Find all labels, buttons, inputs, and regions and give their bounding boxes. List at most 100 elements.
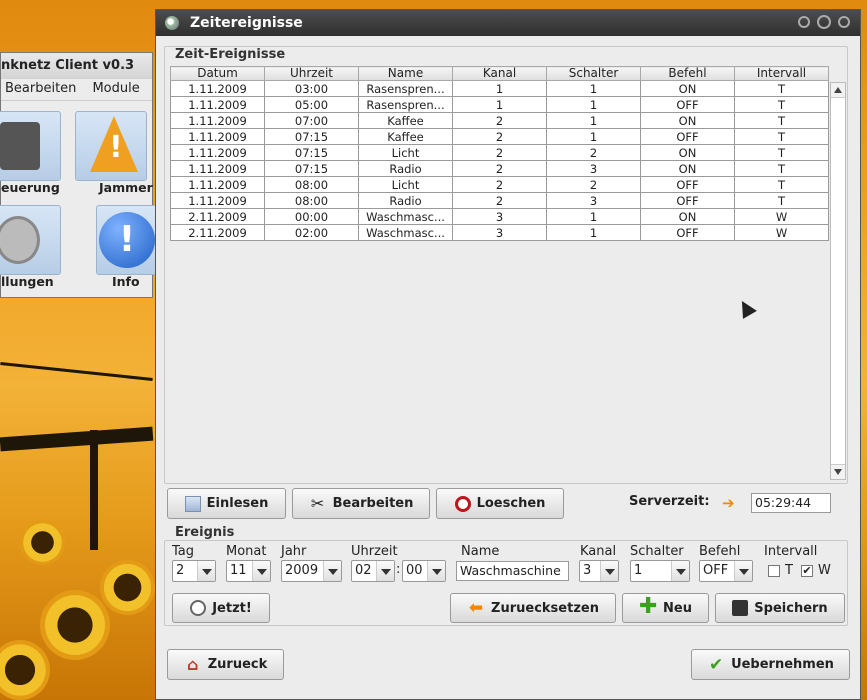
scroll-up-arrow-icon[interactable] <box>834 87 842 93</box>
cell-befehl: ON <box>640 112 735 129</box>
table-row[interactable]: 2.11.2009 00:00 Waschmasc... 3 1 ON W <box>170 208 829 225</box>
read-button[interactable]: Einlesen <box>167 488 286 519</box>
now-button[interactable]: Jetzt! <box>172 593 270 623</box>
cell-schalter: 1 <box>546 208 641 225</box>
interval-t-checkbox[interactable] <box>768 565 780 577</box>
cell-intervall: T <box>734 192 829 209</box>
channel-label: Kanal <box>580 544 617 559</box>
col-befehl[interactable]: Befehl <box>640 66 735 81</box>
cell-kanal: 3 <box>452 208 547 225</box>
minute-select[interactable]: 00 <box>402 560 446 582</box>
cell-name: Radio <box>358 160 453 177</box>
apply-button[interactable]: ✔ Uebernehmen <box>691 649 850 680</box>
hour-select[interactable]: 02 <box>351 560 395 582</box>
server-time-label: Serverzeit: <box>629 494 710 509</box>
cell-name: Rasenspren... <box>358 96 453 113</box>
table-row[interactable]: 1.11.2009 07:00 Kaffee 2 1 ON T <box>170 112 829 129</box>
delete-button[interactable]: Loeschen <box>436 488 564 519</box>
tile-jammer[interactable]: ! <box>75 111 147 181</box>
back-button[interactable]: ⌂ Zurueck <box>167 649 284 680</box>
tile-steuerung[interactable] <box>0 111 61 181</box>
tile-label-einstellungen: llungen <box>1 274 54 289</box>
cell-uhrzeit: 08:00 <box>264 176 359 193</box>
tile-einstellungen[interactable] <box>0 205 61 275</box>
table-row[interactable]: 2.11.2009 02:00 Waschmasc... 3 1 OFF W <box>170 224 829 241</box>
window-titlebar[interactable]: Zeitereignisse <box>156 10 860 36</box>
cell-datum: 1.11.2009 <box>170 176 265 193</box>
plus-icon: ✚ <box>639 594 658 619</box>
interval-w-checkbox[interactable]: ✔ <box>801 565 813 577</box>
cell-intervall: T <box>734 80 829 97</box>
cell-datum: 1.11.2009 <box>170 128 265 145</box>
cell-intervall: T <box>734 128 829 145</box>
table-row[interactable]: 1.11.2009 07:15 Kaffee 2 1 OFF T <box>170 128 829 145</box>
app-icon <box>165 16 179 30</box>
cell-datum: 1.11.2009 <box>170 192 265 209</box>
command-select[interactable]: OFF <box>699 560 753 582</box>
cell-intervall: T <box>734 112 829 129</box>
cell-datum: 2.11.2009 <box>170 224 265 241</box>
arrow-left-icon: ⬅ <box>468 598 484 618</box>
minimize-button[interactable] <box>798 16 810 28</box>
col-schalter[interactable]: Schalter <box>546 66 641 81</box>
menu-module[interactable]: Module <box>92 81 139 96</box>
col-name[interactable]: Name <box>358 66 453 81</box>
hour-value: 02 <box>355 563 372 578</box>
wrench-icon <box>0 216 40 264</box>
close-button[interactable] <box>838 16 850 28</box>
col-intervall[interactable]: Intervall <box>734 66 829 81</box>
col-datum[interactable]: Datum <box>170 66 265 81</box>
home-icon: ⌂ <box>187 654 199 674</box>
table-scrollbar[interactable] <box>830 82 846 480</box>
col-uhrzeit[interactable]: Uhrzeit <box>264 66 359 81</box>
background-window: nknetz Client v0.3 Bearbeiten Module ! ! … <box>0 52 168 298</box>
cell-datum: 1.11.2009 <box>170 144 265 161</box>
day-select[interactable]: 2 <box>172 560 216 582</box>
cell-name: Radio <box>358 192 453 209</box>
cell-intervall: W <box>734 208 829 225</box>
switch-select[interactable]: 1 <box>630 560 690 582</box>
tile-label-info: Info <box>112 274 140 289</box>
new-button-label: Neu <box>663 600 692 616</box>
channel-select[interactable]: 3 <box>579 560 619 582</box>
year-value: 2009 <box>285 563 319 578</box>
col-kanal[interactable]: Kanal <box>452 66 547 81</box>
save-button[interactable]: Speichern <box>715 593 845 623</box>
switch-label: Schalter <box>630 544 684 559</box>
table-row[interactable]: 1.11.2009 07:15 Licht 2 2 ON T <box>170 144 829 161</box>
reset-button[interactable]: ⬅ Zuruecksetzen <box>450 593 616 623</box>
events-table-panel: Datum Uhrzeit Name Kanal Schalter Befehl… <box>170 66 860 480</box>
cell-schalter: 3 <box>546 192 641 209</box>
channel-value: 3 <box>583 563 592 578</box>
cell-schalter: 1 <box>546 128 641 145</box>
cell-befehl: OFF <box>640 224 735 241</box>
cell-datum: 1.11.2009 <box>170 96 265 113</box>
read-button-label: Einlesen <box>206 496 269 511</box>
table-row[interactable]: 1.11.2009 08:00 Radio 2 3 OFF T <box>170 192 829 209</box>
zeitereignisse-window: Zeitereignisse Zeit-Ereignisse Datum Uhr… <box>155 9 861 700</box>
maximize-button[interactable] <box>817 15 831 29</box>
edit-button[interactable]: ✂ Bearbeiten <box>292 488 430 519</box>
name-input[interactable]: Waschmaschine <box>456 561 569 581</box>
cell-datum: 1.11.2009 <box>170 160 265 177</box>
cell-intervall: T <box>734 144 829 161</box>
cell-uhrzeit: 07:15 <box>264 160 359 177</box>
cell-befehl: OFF <box>640 96 735 113</box>
cell-uhrzeit: 00:00 <box>264 208 359 225</box>
table-row[interactable]: 1.11.2009 07:15 Radio 2 3 ON T <box>170 160 829 177</box>
month-select[interactable]: 11 <box>226 560 271 582</box>
year-select[interactable]: 2009 <box>281 560 342 582</box>
table-row[interactable]: 1.11.2009 03:00 Rasenspren... 1 1 ON T <box>170 80 829 97</box>
cell-kanal: 2 <box>452 112 547 129</box>
table-row[interactable]: 1.11.2009 05:00 Rasenspren... 1 1 OFF T <box>170 96 829 113</box>
new-button[interactable]: ✚ Neu <box>622 593 709 623</box>
apply-button-label: Uebernehmen <box>731 657 834 672</box>
info-icon: ! <box>99 212 155 268</box>
table-row[interactable]: 1.11.2009 08:00 Licht 2 2 OFF T <box>170 176 829 193</box>
command-label: Befehl <box>699 544 741 559</box>
menu-bearbeiten[interactable]: Bearbeiten <box>5 81 76 96</box>
scroll-down-arrow-icon[interactable] <box>834 469 842 475</box>
cell-befehl: ON <box>640 80 735 97</box>
table-header-row: Datum Uhrzeit Name Kanal Schalter Befehl… <box>170 66 829 81</box>
scroll-thumb[interactable] <box>831 97 845 465</box>
